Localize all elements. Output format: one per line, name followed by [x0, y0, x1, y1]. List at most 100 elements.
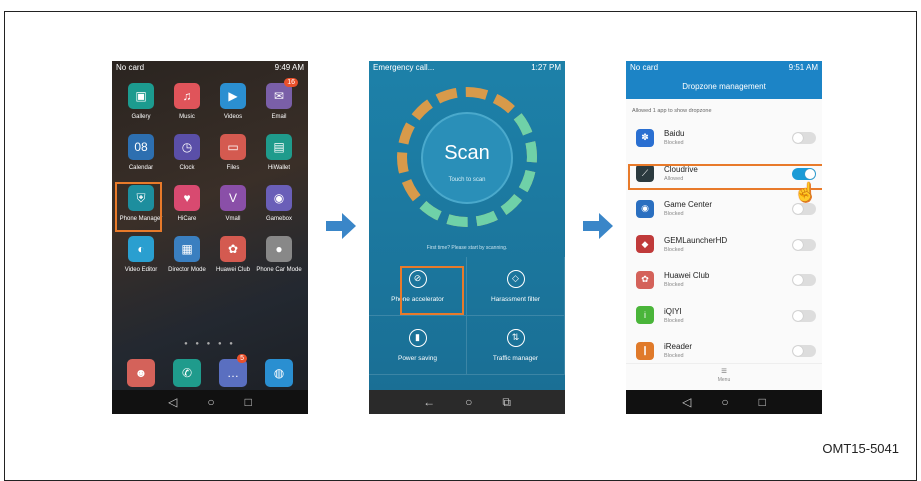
- dock-browser[interactable]: ◍: [265, 359, 293, 387]
- app-label: Files: [226, 165, 240, 171]
- menu-button[interactable]: ≡ Menu: [626, 363, 822, 390]
- list-item: i iQIYI Blocked: [626, 298, 822, 334]
- feature-tiles: ⊘ Phone accelerator ◇ Harassment filter ▮ Pow…: [369, 257, 565, 375]
- toggle-game-center[interactable]: [792, 203, 816, 215]
- list-item: ◉ Game Center Blocked: [626, 191, 822, 227]
- toggle-huawei-club[interactable]: [792, 274, 816, 286]
- tile-power-saving[interactable]: ▮ Power saving: [369, 316, 467, 375]
- home-icon[interactable]: ○: [721, 395, 728, 409]
- page-indicator: ● ● ● ● ●: [184, 341, 236, 347]
- dropzone-management-screen: No card 9:51 AM Dropzone management Allo…: [626, 61, 822, 414]
- dock-phone[interactable]: ✆: [173, 359, 201, 387]
- menu-icon: ≡: [721, 366, 727, 377]
- app-label: Videos: [223, 114, 243, 120]
- app-label: Phone Car Mode: [256, 267, 302, 273]
- app-text: Game Center Blocked: [664, 200, 712, 217]
- app-vmall[interactable]: V Vmall: [210, 185, 256, 222]
- clock-icon: ◷: [174, 134, 200, 160]
- status-left: No card: [630, 63, 659, 72]
- app-phone-car-mode[interactable]: ● Phone Car Mode: [256, 236, 302, 273]
- huawei-club-icon: ✿: [220, 236, 246, 262]
- home-icon[interactable]: ○: [465, 395, 472, 409]
- status-left: No card: [116, 63, 145, 72]
- first-time-hint: First time? Please start by scanning.: [426, 245, 508, 251]
- status-bar: Emergency call... 1:27 PM: [369, 61, 565, 75]
- notification-badge: 16: [284, 78, 298, 87]
- toggle-gemlauncherhd[interactable]: [792, 238, 816, 251]
- app-name: Huawei Club: [664, 271, 710, 281]
- app-label: Huawei Club: [215, 267, 251, 273]
- app-hiwallet[interactable]: ▤ HiWallet: [256, 134, 302, 171]
- iqiyi-icon: i: [636, 306, 654, 325]
- dock-contacts[interactable]: ☻: [127, 359, 155, 387]
- app-music[interactable]: ♫ Music: [164, 83, 210, 120]
- nav-bar: ← ○ ⧉: [369, 390, 565, 414]
- ireader-icon: ❙: [636, 341, 654, 360]
- dock-messaging[interactable]: … 5: [219, 354, 247, 387]
- back-icon[interactable]: ◁: [682, 395, 691, 409]
- figure-reference: OMT15-5041: [822, 441, 899, 456]
- list-item: ✽ Baidu Blocked: [626, 120, 822, 156]
- toggle-ireader[interactable]: [792, 345, 816, 357]
- app-director-mode[interactable]: ▦ Director Mode: [164, 236, 210, 273]
- recents-icon[interactable]: □: [245, 395, 252, 409]
- gemlauncherhd-icon: ◆: [636, 235, 654, 254]
- phone-manager-screen: Emergency call... 1:27 PM Scan Touch to …: [369, 61, 565, 414]
- app-email[interactable]: ✉ 16 Email: [256, 78, 302, 120]
- back-icon[interactable]: ◁: [168, 395, 177, 409]
- cloudrive-highlight: [628, 164, 822, 190]
- tile-harassment-filter[interactable]: ◇ Harassment filter: [467, 257, 565, 316]
- contacts-icon: ☻: [127, 359, 155, 387]
- phone-manager-highlight: [115, 182, 162, 232]
- app-video-editor[interactable]: ◐ Video Editor: [118, 236, 164, 273]
- scan-label: Scan: [444, 142, 490, 164]
- app-list: ✽ Baidu Blocked ⟋ Cloudrive Allowed ◉ Game Cent…: [626, 120, 822, 369]
- videos-icon: ▶: [220, 83, 246, 109]
- app-name: iQIYI: [664, 306, 682, 316]
- nav-bar: ◁ ○ □: [112, 390, 308, 414]
- recents-icon[interactable]: □: [759, 395, 766, 409]
- traffic-manager-icon: ⇅: [506, 328, 525, 347]
- app-label: HiCare: [177, 216, 197, 222]
- app-videos[interactable]: ▶ Videos: [210, 83, 256, 120]
- arrow-right-icon: [326, 213, 356, 239]
- dock: ☻ ✆ … 5 ◍: [118, 354, 302, 387]
- app-files[interactable]: ▭ Files: [210, 134, 256, 171]
- app-label: Director Mode: [168, 267, 206, 273]
- music-icon: ♫: [174, 83, 200, 109]
- app-text: iReader Blocked: [664, 342, 692, 359]
- scan-button[interactable]: Scan Touch to scan: [421, 112, 513, 204]
- app-calendar[interactable]: 08 Calendar: [118, 134, 164, 171]
- app-text: GEMLauncherHD Blocked: [664, 236, 727, 253]
- browser-icon: ◍: [265, 359, 293, 387]
- status-time: 9:49 AM: [274, 63, 304, 72]
- app-gamebox[interactable]: ◉ Gamebox: [256, 185, 302, 222]
- phone-icon: ✆: [173, 359, 201, 387]
- back-icon[interactable]: ←: [423, 395, 435, 409]
- nav-bar: ◁ ○ □: [626, 390, 822, 414]
- toggle-iqiyi[interactable]: [792, 309, 816, 322]
- app-hicare[interactable]: ♥ HiCare: [164, 185, 210, 222]
- app-clock[interactable]: ◷ Clock: [164, 134, 210, 171]
- app-label: Vmall: [225, 216, 241, 222]
- toggle-baidu[interactable]: [792, 132, 816, 144]
- list-item: ✿ Huawei Club Blocked: [626, 262, 822, 298]
- app-label: Gamebox: [265, 216, 292, 222]
- app-huawei-club[interactable]: ✿ Huawei Club: [210, 236, 256, 273]
- app-grid: ▣ Gallery ♫ Music ▶ Videos ✉ 16 Email 08 Calendar ◷…: [118, 78, 302, 273]
- tile-traffic-manager[interactable]: ⇅ Traffic manager: [467, 316, 565, 375]
- app-label: Clock: [179, 165, 195, 171]
- phone-accelerator-highlight: [400, 266, 464, 315]
- home-icon[interactable]: ○: [207, 395, 214, 409]
- arrow-right-icon: [583, 213, 613, 239]
- app-name: Game Center: [664, 200, 713, 210]
- app-label: Gallery: [131, 114, 151, 120]
- vmall-icon: V: [220, 185, 246, 211]
- app-status: Blocked: [664, 317, 684, 324]
- calendar-icon: 08: [128, 134, 154, 160]
- video-editor-icon: ◐: [128, 236, 154, 262]
- app-gallery[interactable]: ▣ Gallery: [118, 83, 164, 120]
- recents-icon[interactable]: ⧉: [502, 395, 511, 410]
- app-text: Baidu Blocked: [664, 129, 684, 146]
- app-status: Blocked: [664, 246, 684, 253]
